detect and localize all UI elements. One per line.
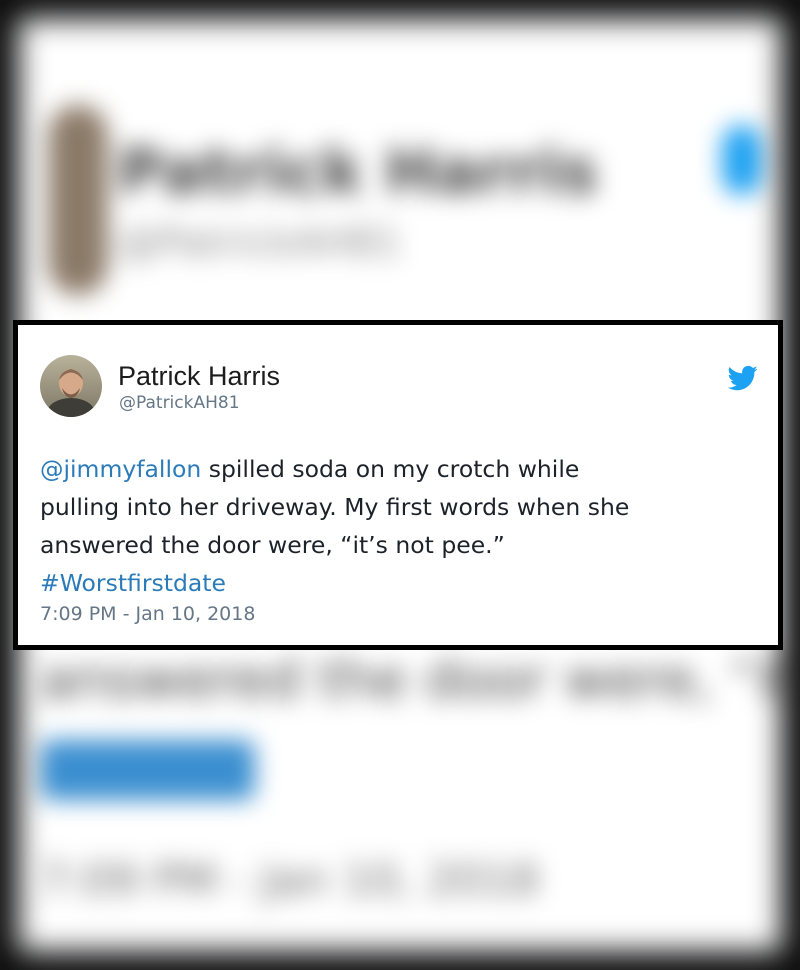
blurred-twitter-icon — [722, 125, 762, 195]
hashtag-link[interactable]: #Worstfirstdate — [40, 569, 226, 597]
tweet-line-1: @jimmyfallon spilled soda on my crotch w… — [40, 450, 760, 488]
avatar-photo — [40, 355, 102, 417]
tweet-text: @jimmyfallon spilled soda on my crotch w… — [40, 450, 760, 602]
tweet-line-1-text: spilled soda on my crotch while — [201, 455, 580, 483]
blurred-avatar — [48, 105, 108, 295]
blurred-author-name: Patrick Harris — [118, 135, 598, 208]
blurred-timestamp: 7:09 PM - Jan 10, 2018 — [40, 855, 539, 906]
author-name[interactable]: Patrick Harris — [118, 361, 280, 392]
tweet-card[interactable]: Patrick Harris @PatrickAH81 @jimmyfallon… — [13, 320, 783, 650]
blurred-hashtag — [40, 740, 255, 800]
tweet-line-4: #Worstfirstdate — [40, 564, 760, 602]
author-handle[interactable]: @PatrickAH81 — [119, 393, 240, 413]
mention-link[interactable]: @jimmyfallon — [40, 455, 201, 483]
blurred-author-handle: @PatrickAH81 — [118, 220, 402, 266]
tweet-line-2: pulling into her driveway. My first word… — [40, 493, 630, 521]
tweet-line-3: answered the door were, “it’s not pee.” — [40, 531, 505, 559]
avatar[interactable] — [40, 355, 102, 417]
blurred-tweet-line: answered the door were, “it’s not pee.” — [40, 648, 800, 711]
twitter-bird-icon[interactable] — [728, 363, 758, 393]
tweet-timestamp[interactable]: 7:09 PM - Jan 10, 2018 — [40, 603, 255, 625]
